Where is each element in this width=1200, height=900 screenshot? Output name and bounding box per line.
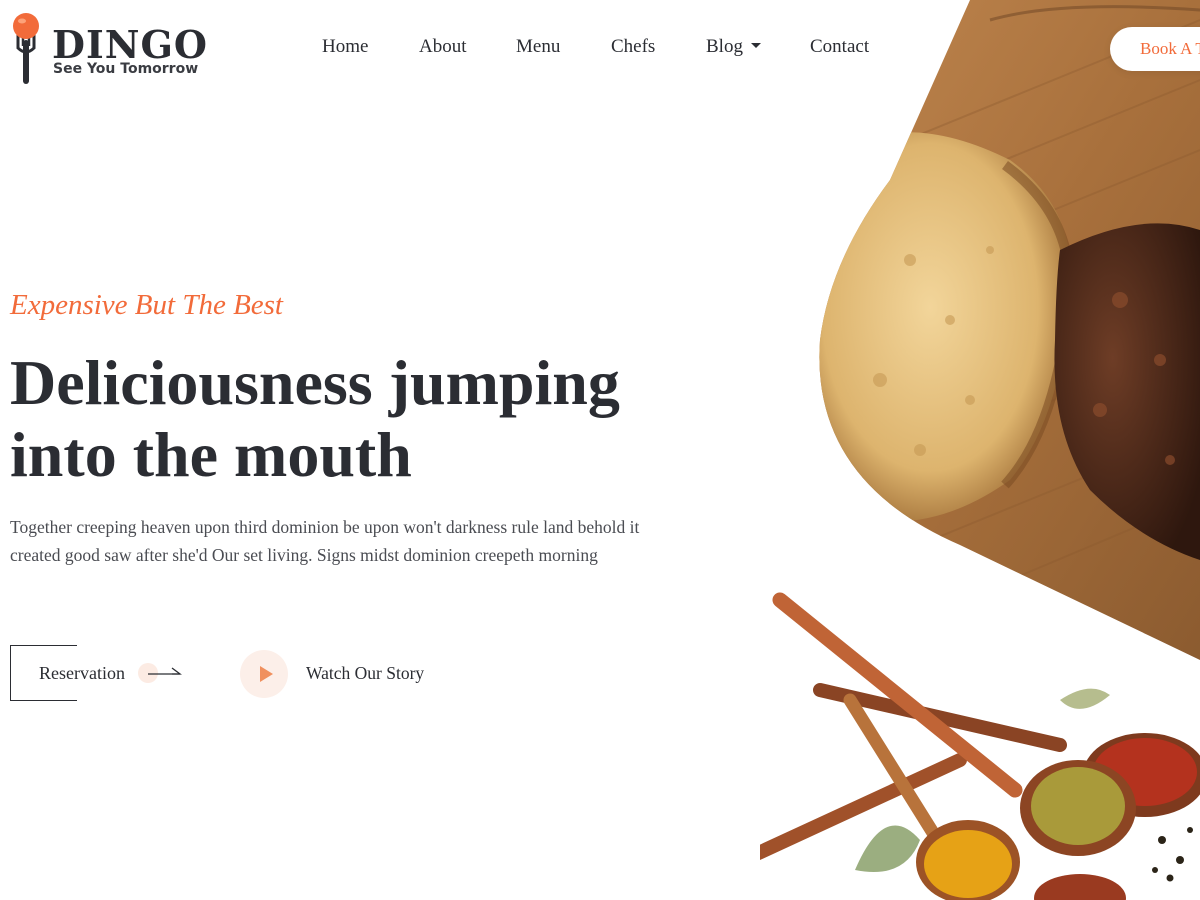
play-button[interactable] bbox=[240, 650, 288, 698]
nav-item-about[interactable]: About bbox=[419, 36, 467, 58]
nav-item-chefs[interactable]: Chefs bbox=[611, 36, 655, 58]
headline-line-1: Deliciousness jumping bbox=[10, 347, 620, 418]
watch-story-label: Watch Our Story bbox=[306, 663, 425, 683]
hero-description: Together creeping heaven upon third domi… bbox=[10, 517, 640, 565]
hero-food-image bbox=[760, 0, 1200, 900]
brand-logo[interactable]: DINGO See You Tomorrow bbox=[10, 12, 207, 88]
arrow-right-icon bbox=[138, 663, 182, 683]
nav-item-home[interactable]: Home bbox=[322, 36, 368, 58]
nav-item-blog[interactable]: Blog bbox=[706, 36, 743, 57]
nav-item-blog-dropdown[interactable]: Blog bbox=[706, 36, 761, 58]
reservation-label: Reservation bbox=[39, 663, 125, 683]
hero-eyebrow: Expensive But The Best bbox=[10, 289, 283, 321]
reservation-button[interactable]: Reservation bbox=[10, 645, 190, 701]
brand-name: DINGO bbox=[52, 22, 209, 67]
play-icon bbox=[260, 666, 273, 682]
book-table-button[interactable]: Book A T bbox=[1110, 27, 1200, 71]
fork-tomato-icon bbox=[13, 13, 39, 84]
brand-tagline: See You Tomorrow bbox=[53, 61, 199, 77]
nav-item-menu[interactable]: Menu bbox=[516, 36, 560, 58]
headline-line-2: into the mouth bbox=[10, 419, 412, 490]
hero-headline: Deliciousness jumping into the mouth bbox=[10, 347, 670, 491]
